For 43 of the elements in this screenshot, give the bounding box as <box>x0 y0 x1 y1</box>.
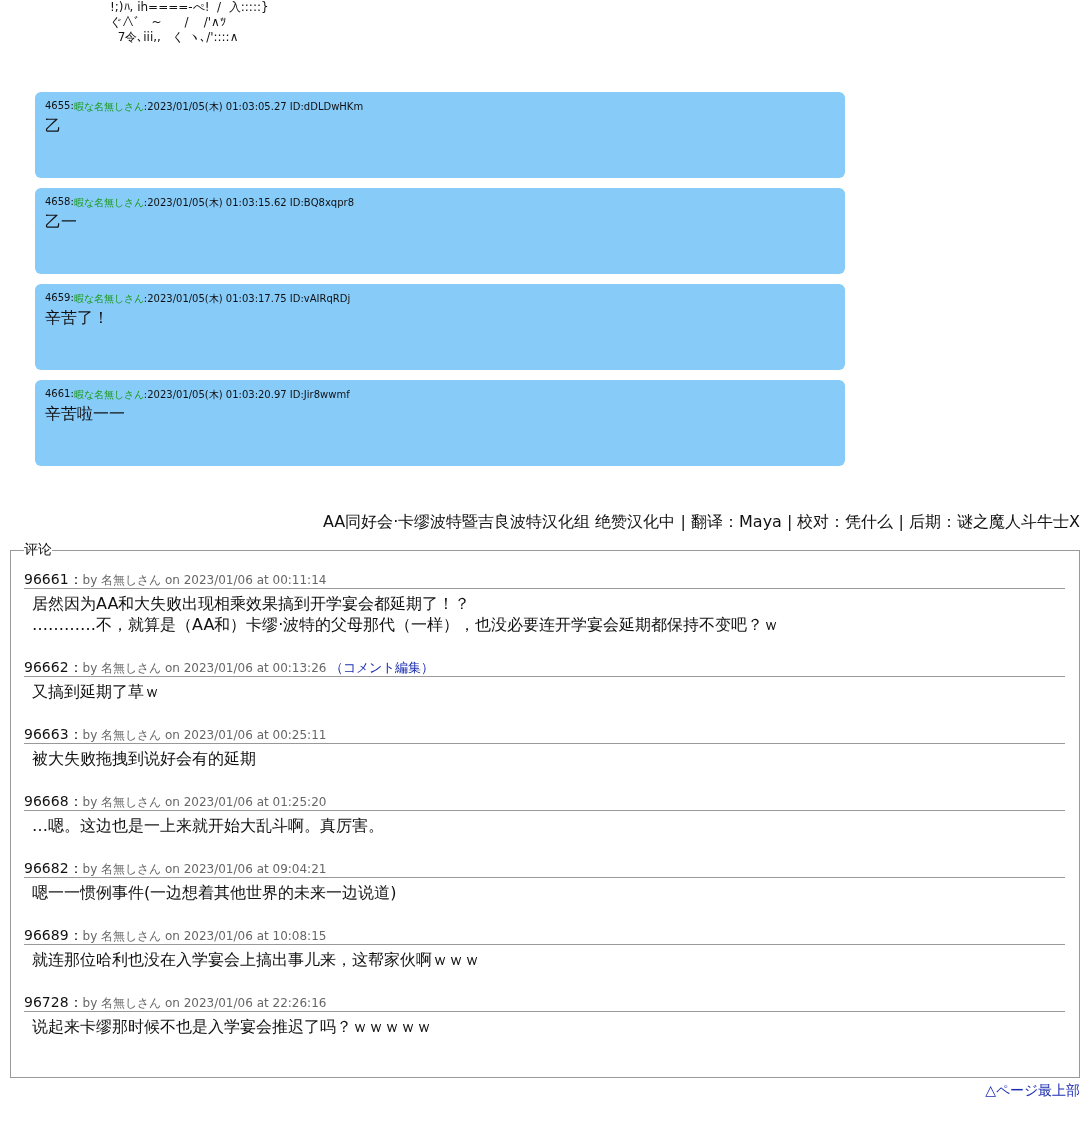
post-number: 4655: <box>45 100 74 113</box>
comment-number: 96728： <box>24 994 83 1010</box>
page-top-link[interactable]: △ページ最上部 <box>10 1082 1080 1100</box>
comment-text: …嗯。这边也是一上来就开始大乱斗啊。真厉害。 <box>31 815 385 836</box>
comments-legend: 评论 <box>24 541 52 559</box>
comment-meta: by 名無しさん on 2023/01/06 at 00:25:11 <box>82 727 327 743</box>
comment-text: 又搞到延期了草ｗ <box>31 681 161 702</box>
post-meta: :2023/01/05(木) 01:03:05.27 ID:dDLDwHKm <box>143 100 364 114</box>
comment-number: 96682： <box>24 860 83 876</box>
comment-meta: by 名無しさん on 2023/01/06 at 10:08:15 <box>82 928 327 944</box>
poster-name: 暇な名無しさん <box>73 100 144 114</box>
comment-text: 居然因为AA和大失败出现相乘效果搞到开学宴会都延期了！？ <box>31 593 472 614</box>
comment-meta: by 名無しさん on 2023/01/06 at 09:04:21 <box>82 861 327 877</box>
post-meta: :2023/01/05(木) 01:03:15.62 ID:BQ8xqpr8 <box>143 196 354 210</box>
post-meta: :2023/01/05(木) 01:03:20.97 ID:Jir8wwmf <box>143 388 350 402</box>
post-number: 4659: <box>45 292 74 305</box>
poster-name: 暇な名無しさん <box>73 292 144 306</box>
ascii-art: !;)ﾊ, ih====-ぺ! / 入:::::} ぐ∧ﾞ ~ / /'∧ﾂ 7令､iii,, く ヽ､/'::::∧ <box>110 0 270 46</box>
comment-meta: by 名無しさん on 2023/01/06 at 22:26:16 <box>82 995 327 1011</box>
post-meta: :2023/01/05(木) 01:03:17.75 ID:vAIRqRDj <box>143 292 351 306</box>
comment-meta: by 名無しさん on 2023/01/06 at 00:11:14 <box>82 572 327 588</box>
post-body: 乙 <box>45 116 62 137</box>
comment-number: 96661： <box>24 571 83 587</box>
comment-number: 96663： <box>24 726 83 742</box>
post-body: 辛苦啦一一 <box>45 404 126 425</box>
poster-name: 暇な名無しさん <box>73 196 144 210</box>
comment-text: 被大失败拖拽到说好会有的延期 <box>31 748 257 769</box>
comment-text: …………不，就算是（AA和）卡缪·波特的父母那代（一样），也没必要连开学宴会延期都保持不变吧？ｗ <box>31 614 781 635</box>
post-body: 辛苦了！ <box>45 308 110 329</box>
comment-text: 就连那位哈利也没在入学宴会上搞出事儿来，这帮家伙啊ｗｗｗ <box>31 949 481 970</box>
comment-meta: by 名無しさん on 2023/01/06 at 00:13:26 <box>82 660 327 676</box>
comment-meta: by 名無しさん on 2023/01/06 at 01:25:20 <box>82 794 327 810</box>
post-body: 乙一 <box>45 212 78 233</box>
post-number: 4658: <box>45 196 74 209</box>
edit-comment-link[interactable]: （コメント編集） <box>330 660 435 676</box>
poster-name: 暇な名無しさん <box>73 388 144 402</box>
post-number: 4661: <box>45 388 74 401</box>
credits-text: AA同好会·卡缪波特暨吉良波特汉化组 绝赞汉化中 | 翻译：Maya | 校对：凭什么 | 后期：谜之魔人斗牛士X <box>321 512 1080 533</box>
comment-number: 96668： <box>24 793 83 809</box>
comment-number: 96662： <box>24 659 83 675</box>
comment-text: 说起来卡缪那时候不也是入学宴会推迟了吗？ｗｗｗｗｗ <box>31 1016 433 1037</box>
comment-number: 96689： <box>24 927 83 943</box>
comment-text: 嗯一一惯例事件(一边想着其他世界的未来一边说道) <box>31 882 398 903</box>
